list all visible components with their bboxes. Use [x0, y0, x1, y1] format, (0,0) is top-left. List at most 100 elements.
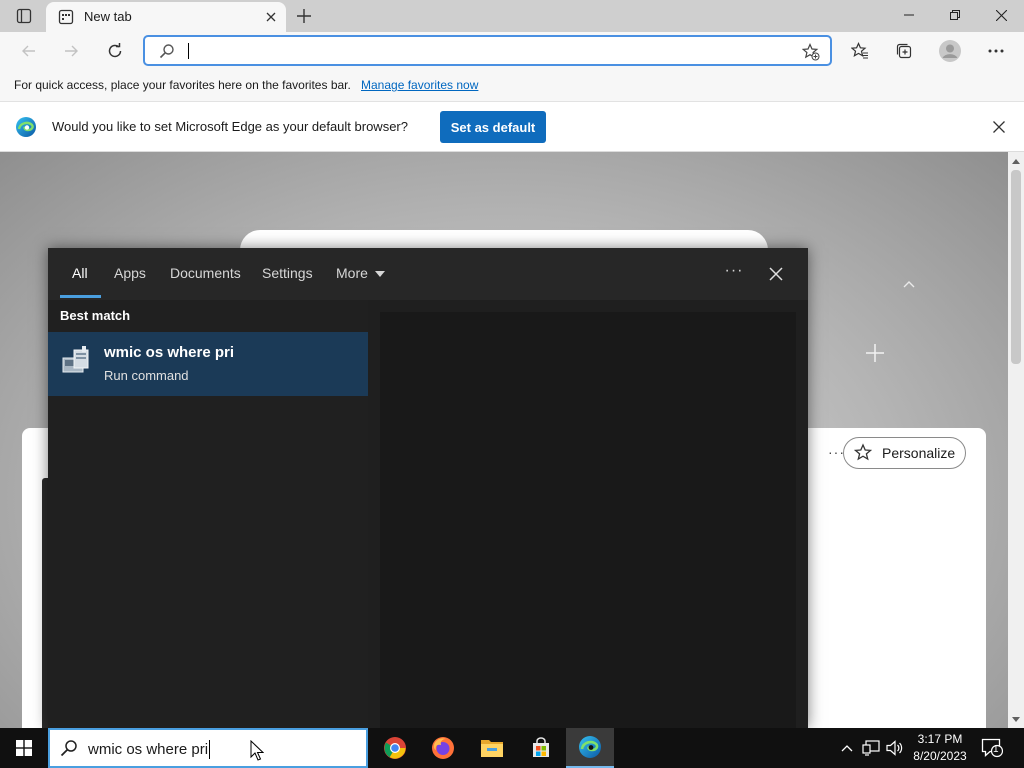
chevron-up-icon	[841, 745, 853, 752]
tab-documents[interactable]: Documents	[170, 265, 241, 281]
favorites-bar-hint: For quick access, place your favorites h…	[14, 78, 351, 92]
firefox-icon	[432, 737, 454, 759]
favorites-button[interactable]	[845, 36, 875, 66]
manage-favorites-link[interactable]: Manage favorites now	[361, 78, 478, 92]
chrome-icon	[384, 737, 406, 759]
notification-icon	[981, 738, 1003, 758]
taskbar-app-edge[interactable]	[566, 728, 614, 768]
tab-actions-icon	[16, 8, 32, 24]
chevron-up-icon	[903, 281, 915, 288]
best-match-result[interactable]: wmic os where pri Run command	[48, 332, 368, 396]
new-tab-button[interactable]	[290, 4, 318, 28]
plus-icon	[297, 9, 311, 23]
restore-button[interactable]	[932, 0, 978, 30]
tab-more-label: More	[336, 265, 368, 281]
volume-button[interactable]	[885, 738, 905, 758]
new-tab-page-icon	[58, 9, 74, 25]
caret-down-icon	[1012, 716, 1020, 722]
page-scrollbar[interactable]	[1008, 152, 1024, 728]
set-as-default-button[interactable]: Set as default	[440, 111, 546, 143]
title-bar: New tab	[0, 0, 1024, 32]
system-clock[interactable]: 3:17 PM 8/20/2023	[904, 731, 976, 765]
volume-icon	[886, 740, 903, 756]
default-browser-infobar: Would you like to set Microsoft Edge as …	[0, 102, 1024, 152]
result-subtitle: Run command	[104, 368, 189, 383]
personalize-label: Personalize	[882, 445, 956, 461]
collections-button[interactable]	[889, 36, 919, 66]
taskbar-search-input[interactable]: wmic os where pri	[88, 741, 208, 758]
scroll-up-button[interactable]	[1008, 154, 1024, 168]
add-favorite-button[interactable]	[800, 41, 822, 63]
favorites-icon	[851, 42, 868, 59]
taskbar-app-chrome[interactable]	[371, 728, 419, 768]
back-button[interactable]	[14, 36, 44, 66]
taskbar: wmic os where pri 3:17 PM 8/20/2023 1	[0, 728, 1024, 768]
chevron-down-icon	[374, 271, 385, 278]
store-icon	[533, 737, 549, 757]
best-match-heading: Best match	[60, 308, 131, 323]
tab-settings[interactable]: Settings	[262, 265, 313, 281]
taskbar-app-store[interactable]	[517, 728, 565, 768]
search-options-button[interactable]: ···	[722, 262, 746, 284]
back-arrow-icon	[22, 45, 35, 57]
close-window-button[interactable]	[978, 0, 1024, 30]
caret-up-icon	[1012, 158, 1020, 164]
close-icon	[266, 12, 276, 22]
minimize-icon	[904, 14, 914, 16]
personalize-button[interactable]: Personalize	[843, 437, 966, 469]
file-explorer-icon	[481, 740, 503, 757]
more-horizontal-icon	[988, 49, 1004, 53]
edge-logo-icon	[16, 117, 36, 137]
close-icon	[769, 267, 783, 281]
tab-title: New tab	[84, 9, 132, 24]
tab-close-button[interactable]	[260, 6, 282, 28]
start-button[interactable]	[0, 728, 48, 768]
forward-arrow-icon	[65, 45, 78, 57]
add-quick-link-button[interactable]	[864, 342, 886, 364]
scroll-down-button[interactable]	[1008, 712, 1024, 726]
profile-button[interactable]	[935, 36, 965, 66]
refresh-button[interactable]	[100, 36, 130, 66]
star-add-icon	[802, 43, 820, 61]
favorites-bar: For quick access, place your favorites h…	[0, 70, 1024, 102]
scroll-thumb[interactable]	[1011, 170, 1021, 364]
search-close-button[interactable]	[764, 262, 788, 286]
tab-apps[interactable]: Apps	[114, 265, 146, 281]
restore-icon	[950, 10, 960, 20]
search-icon	[159, 44, 174, 59]
settings-more-button[interactable]	[981, 36, 1011, 66]
tab-new-tab[interactable]: New tab	[46, 2, 286, 32]
forward-button[interactable]	[56, 36, 86, 66]
active-tab-indicator	[60, 295, 101, 298]
search-filter-bar: All Apps Documents Settings More ···	[48, 248, 808, 300]
plus-icon	[866, 344, 884, 362]
address-bar[interactable]	[143, 35, 832, 66]
mouse-pointer-icon	[250, 740, 264, 761]
action-center-button[interactable]: 1	[980, 736, 1004, 760]
minimize-button[interactable]	[886, 0, 932, 30]
windows-search-panel: All Apps Documents Settings More ··· Bes…	[48, 248, 808, 728]
notification-count: 1	[993, 744, 999, 755]
taskbar-app-firefox[interactable]	[419, 728, 467, 768]
clock-time: 3:17 PM	[917, 732, 963, 746]
network-button[interactable]	[861, 738, 881, 758]
result-title: wmic os where pri	[104, 344, 235, 361]
refresh-icon	[108, 43, 122, 58]
result-preview-pane	[380, 312, 796, 728]
star-edit-icon	[854, 443, 873, 461]
clock-date: 8/20/2023	[913, 749, 967, 763]
infobar-close-button[interactable]	[988, 116, 1010, 138]
tab-all[interactable]: All	[72, 265, 88, 281]
show-hidden-icons-button[interactable]	[837, 738, 857, 758]
tab-actions-button[interactable]	[8, 4, 40, 28]
collections-icon	[896, 43, 912, 59]
edge-icon	[579, 736, 601, 758]
tab-more[interactable]: More	[336, 265, 385, 281]
collapse-quick-links-button[interactable]	[898, 276, 920, 292]
taskbar-app-file-explorer[interactable]	[468, 728, 516, 768]
search-results-list: Best match wmic os where pri Run command	[48, 300, 368, 728]
avatar-icon	[939, 40, 961, 62]
network-icon	[862, 740, 880, 756]
infobar-message: Would you like to set Microsoft Edge as …	[52, 119, 408, 134]
taskbar-search-box[interactable]: wmic os where pri	[48, 728, 368, 768]
